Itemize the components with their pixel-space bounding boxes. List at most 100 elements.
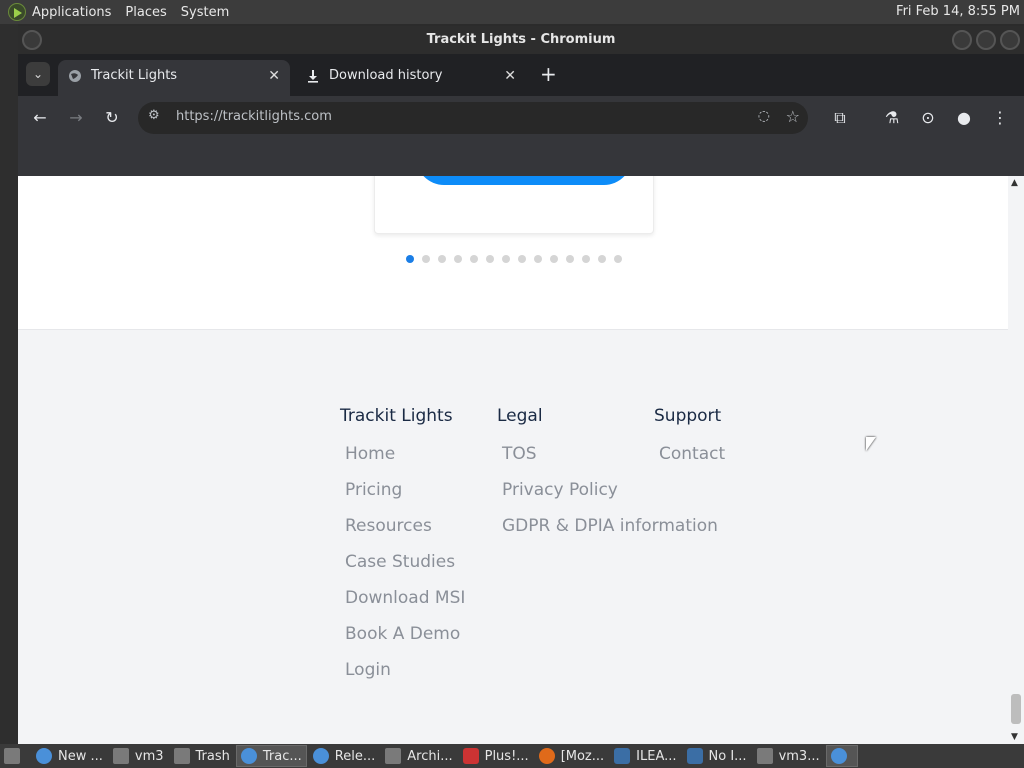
carousel-dot[interactable] [406, 255, 414, 263]
taskbar-item[interactable]: Plus!... [459, 745, 533, 767]
carousel-dots [406, 255, 630, 263]
carousel-dot[interactable] [470, 255, 478, 263]
app-icon [462, 748, 479, 764]
footer-link-download-msi[interactable]: Download MSI [345, 580, 465, 616]
card-cta-button[interactable] [416, 176, 632, 185]
desktop-edge [0, 24, 18, 744]
taskbar-item[interactable]: ILEA... [610, 745, 680, 767]
taskbar-item[interactable]: [Moz... [535, 745, 608, 767]
python-icon [614, 748, 631, 764]
maximize-button[interactable] [976, 30, 996, 50]
scroll-up-icon[interactable]: ▲ [1011, 178, 1018, 188]
back-icon[interactable]: ← [30, 108, 50, 128]
tab-trackit-lights[interactable]: Trackit Lights ✕ [58, 60, 290, 96]
taskbar-item[interactable]: No I... [683, 745, 751, 767]
forward-icon[interactable]: → [66, 108, 86, 128]
carousel-section [18, 176, 1008, 330]
footer-heading: Support [654, 406, 722, 426]
browser-window: Trackit Lights - Chromium ⌄ Trackit Ligh… [18, 26, 1024, 744]
archive-icon [385, 748, 402, 764]
downloads-icon[interactable]: ⊙ [918, 108, 938, 128]
tab-search-button[interactable]: ⌄ [26, 62, 50, 86]
close-tab-icon[interactable]: ✕ [504, 60, 516, 92]
firefox-icon [538, 748, 555, 764]
system-panel: Applications Places System Fri Feb 14, 8… [0, 0, 1024, 24]
window-menu-button[interactable] [22, 30, 42, 50]
taskbar-item-label: No I... [708, 748, 747, 764]
footer-link-privacy-policy[interactable]: Privacy Policy [502, 472, 718, 508]
bookmarks-bar [18, 140, 1024, 176]
footer-link-home[interactable]: Home [345, 436, 465, 472]
carousel-dot[interactable] [598, 255, 606, 263]
labs-flask-icon[interactable]: ⚗ [882, 108, 902, 128]
desktop-icon [4, 748, 20, 764]
show-desktop-button[interactable] [0, 745, 30, 767]
tab-label: Download history [329, 68, 443, 83]
footer-column-trackit: Trackit Lights Home Pricing Resources Ca… [340, 406, 465, 688]
new-tab-button[interactable]: + [540, 64, 557, 84]
folder-icon [112, 748, 129, 764]
chromium-icon [240, 748, 257, 764]
taskbar-item-label: New ... [58, 748, 103, 764]
carousel-dot[interactable] [422, 255, 430, 263]
footer-link-login[interactable]: Login [345, 652, 465, 688]
taskbar-item[interactable]: Trac... [235, 745, 307, 767]
menu-kebab-icon[interactable]: ⋮ [990, 108, 1010, 128]
taskbar: New ... vm3 Trash Trac... Rele... Archi... Plu… [0, 744, 1024, 768]
footer-link-contact[interactable]: Contact [659, 436, 725, 472]
footer-link-case-studies[interactable]: Case Studies [345, 544, 465, 580]
carousel-dot[interactable] [454, 255, 462, 263]
taskbar-item[interactable]: New ... [32, 745, 107, 767]
carousel-card [374, 176, 654, 234]
clock[interactable]: Fri Feb 14, 8:55 PM [896, 4, 1020, 19]
page-scrollbar[interactable]: ▲ ▼ [1008, 176, 1024, 744]
address-bar[interactable]: ⚙ https://trackitlights.com ◌ ☆ [138, 102, 808, 134]
globe-icon [69, 70, 81, 82]
footer-link-gdpr[interactable]: GDPR & DPIA information [502, 508, 718, 544]
menu-applications[interactable]: Applications [32, 5, 111, 20]
taskbar-chromium-launcher[interactable] [825, 745, 858, 767]
carousel-dot[interactable] [518, 255, 526, 263]
carousel-dot[interactable] [550, 255, 558, 263]
taskbar-item[interactable]: vm3 [109, 745, 168, 767]
carousel-dot[interactable] [614, 255, 622, 263]
chromium-icon [36, 748, 52, 764]
carousel-dot[interactable] [502, 255, 510, 263]
close-tab-icon[interactable]: ✕ [268, 60, 280, 92]
system-logo-icon[interactable] [8, 3, 26, 21]
taskbar-item[interactable]: Rele... [309, 745, 379, 767]
url-text[interactable]: https://trackitlights.com [176, 109, 332, 124]
minimize-button[interactable] [952, 30, 972, 50]
tab-download-history[interactable]: Download history ✕ [296, 60, 526, 96]
carousel-dot[interactable] [438, 255, 446, 263]
carousel-dot[interactable] [486, 255, 494, 263]
carousel-dot[interactable] [582, 255, 590, 263]
footer-link-resources[interactable]: Resources [345, 508, 465, 544]
menu-places[interactable]: Places [125, 5, 166, 20]
chromium-icon [312, 748, 329, 764]
site-info-icon[interactable]: ⚙ [148, 108, 160, 123]
footer-link-pricing[interactable]: Pricing [345, 472, 465, 508]
taskbar-item[interactable]: Trash [170, 745, 234, 767]
window-titlebar[interactable]: Trackit Lights - Chromium [18, 26, 1024, 54]
carousel-dot[interactable] [566, 255, 574, 263]
window-title: Trackit Lights - Chromium [426, 32, 616, 47]
menu-system[interactable]: System [181, 5, 229, 20]
carousel-dot[interactable] [534, 255, 542, 263]
taskbar-item[interactable]: vm3... [753, 745, 824, 767]
bookmark-star-icon[interactable]: ☆ [786, 107, 800, 126]
mouse-cursor-icon [866, 437, 876, 451]
taskbar-item-label: Trac... [262, 748, 302, 764]
reload-icon[interactable]: ↻ [102, 108, 122, 128]
taskbar-item-label: vm3... [778, 748, 820, 764]
close-window-button[interactable] [1000, 30, 1020, 50]
scroll-down-icon[interactable]: ▼ [1011, 732, 1018, 742]
extensions-icon[interactable]: ⧉ [830, 108, 850, 128]
taskbar-item[interactable]: Archi... [381, 745, 456, 767]
chromium-icon [830, 748, 847, 764]
profile-avatar-icon[interactable]: ● [954, 108, 974, 128]
tracking-protection-icon[interactable]: ◌ [758, 108, 770, 124]
footer-link-book-demo[interactable]: Book A Demo [345, 616, 465, 652]
footer-column-support: Support Contact [654, 406, 725, 472]
scrollbar-thumb[interactable] [1011, 694, 1021, 724]
